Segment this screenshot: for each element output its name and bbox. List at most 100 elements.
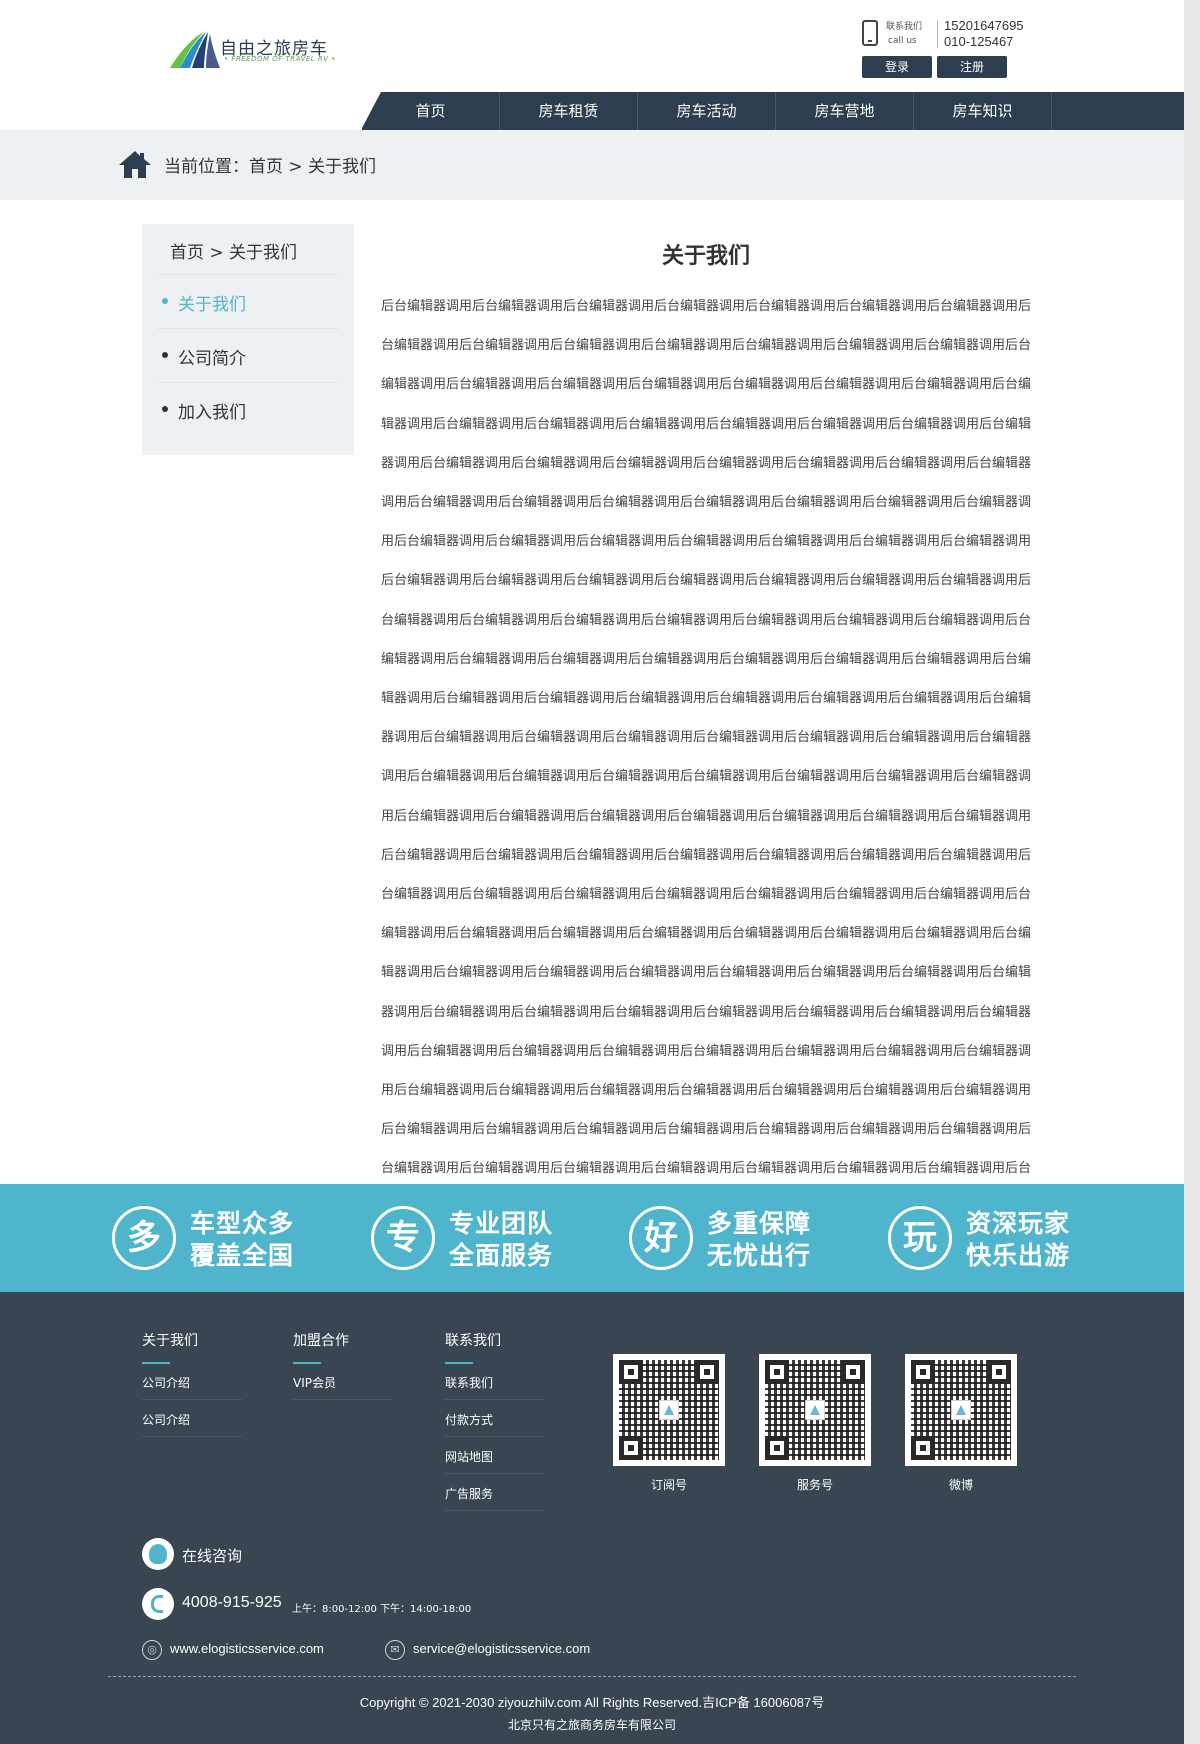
site-logo[interactable]: 自由之旅房车 • FREEDOM OF TRAVEL RV • — [166, 28, 335, 72]
feature-line-2: 全面服务 — [449, 1241, 554, 1270]
article-body: 后台编辑器调用后台编辑器调用后台编辑器调用后台编辑器调用后台编辑器调用后台编辑器… — [381, 299, 1032, 1216]
footer-link[interactable]: 公司介绍 — [142, 1374, 242, 1400]
header-contact: 联系我们 call us 15201647695 010-125467 — [862, 18, 1042, 52]
qr-code-weibo — [905, 1354, 1017, 1466]
qr-label: 订阅号 — [650, 1478, 687, 1492]
footer-column-contact: 联系我们 联系我们 付款方式 网站地图 广告服务 — [445, 1330, 545, 1511]
main-nav: 首页 房车租赁 房车活动 房车营地 房车知识 — [361, 92, 1184, 130]
footer-column-about: 关于我们 公司介绍 公司介绍 — [142, 1330, 242, 1437]
phone-icon-shape — [151, 1595, 163, 1613]
site-header: 自由之旅房车 • FREEDOM OF TRAVEL RV • 联系我们 cal… — [0, 0, 1184, 130]
mail-icon: ✉ — [385, 1640, 405, 1660]
qr-logo-icon — [951, 1400, 971, 1420]
article-title: 关于我们 — [661, 244, 750, 269]
footer-link[interactable]: 公司介绍 — [142, 1411, 242, 1437]
footer-link[interactable]: 广告服务 — [445, 1485, 545, 1511]
qr-code-service — [759, 1354, 871, 1466]
home-icon — [119, 151, 151, 178]
title-underline — [142, 1362, 170, 1364]
feature-line-1: 多重保障 — [707, 1209, 812, 1238]
nav-item-rv-rental[interactable]: 房车租赁 — [500, 92, 638, 130]
feature-line-2: 无忧出行 — [707, 1241, 812, 1270]
bullet-icon — [162, 406, 168, 412]
hotline-number: 4008-915-925 — [182, 1594, 282, 1611]
website-link: www.elogisticsservice.com — [170, 1641, 324, 1656]
page: 自由之旅房车 • FREEDOM OF TRAVEL RV • 联系我们 cal… — [0, 0, 1184, 1744]
page-scrollbar[interactable] — [1184, 0, 1200, 1744]
hours-am: 上午：8:00-12:00 — [292, 1604, 377, 1615]
nav-item-home[interactable]: 首页 — [362, 92, 500, 130]
footer-divider — [108, 1676, 1076, 1677]
sidebar-item-about-us[interactable]: 关于我们 — [162, 290, 246, 315]
features-band: 多 车型众多 覆盖全国 专 专业团队 全面服务 好 多重保障 无忧出行 玩 资深… — [0, 1184, 1184, 1292]
feature-item: 多 车型众多 覆盖全国 — [112, 1204, 352, 1272]
footer-link[interactable]: 付款方式 — [445, 1411, 545, 1437]
qr-finder — [619, 1360, 643, 1384]
feature-line-1: 车型众多 — [190, 1209, 295, 1238]
sidebar-item-label: 关于我们 — [178, 295, 246, 315]
mobile-phone-icon — [862, 20, 878, 46]
contact-numbers: 15201647695 010-125467 — [944, 18, 1024, 50]
feature-badge-icon: 玩 — [888, 1206, 952, 1270]
company-name: 北京只有之旅商务房车有限公司 — [507, 1718, 676, 1732]
qr-code-subscription — [613, 1354, 725, 1466]
feature-item: 好 多重保障 无忧出行 — [629, 1204, 869, 1272]
hours-pm: 下午：14:00-18:00 — [380, 1604, 472, 1615]
contact-label-en: call us — [888, 36, 917, 46]
feature-badge-icon: 多 — [112, 1206, 176, 1270]
login-button[interactable]: 登录 — [862, 56, 932, 78]
sidebar-divider — [158, 382, 338, 383]
sidebar-divider — [158, 274, 338, 275]
sidebar-item-label: 公司简介 — [178, 349, 246, 369]
qr-label: 服务号 — [796, 1478, 833, 1492]
feature-badge-icon: 好 — [629, 1206, 693, 1270]
feature-badge-icon: 专 — [371, 1206, 435, 1270]
sidebar-item-join-us[interactable]: 加入我们 — [162, 398, 246, 423]
logo-mark-icon — [170, 32, 220, 68]
footer-link[interactable]: 联系我们 — [445, 1374, 545, 1400]
register-button[interactable]: 注册 — [937, 56, 1007, 78]
nav-item-rv-events[interactable]: 房车活动 — [638, 92, 776, 130]
qr-finder — [987, 1360, 1011, 1384]
footer-column-partner: 加盟合作 VIP会员 — [293, 1330, 393, 1400]
sidebar-title: 首页 > 关于我们 — [170, 243, 298, 263]
qr-finder — [765, 1360, 789, 1384]
contact-label: 联系我们 call us — [886, 20, 922, 48]
sidebar-item-company-intro[interactable]: 公司简介 — [162, 344, 246, 369]
feature-item: 玩 资深玩家 快乐出游 — [888, 1204, 1128, 1272]
feature-line-2: 快乐出游 — [966, 1241, 1071, 1270]
contact-label-cn: 联系我们 — [886, 22, 923, 32]
nav-item-rv-knowledge[interactable]: 房车知识 — [914, 92, 1052, 130]
qr-logo-icon — [805, 1400, 825, 1420]
feature-line-2: 覆盖全国 — [190, 1241, 295, 1270]
sidebar-item-label: 加入我们 — [178, 403, 246, 423]
phone-icon — [142, 1588, 174, 1620]
qr-finder — [911, 1436, 935, 1460]
qr-finder — [695, 1360, 719, 1384]
logo-subtitle: • FREEDOM OF TRAVEL RV • — [224, 55, 336, 63]
footer-link[interactable]: VIP会员 — [293, 1374, 393, 1400]
copyright: Copyright © 2021-2030 ziyouzhilv.com All… — [359, 1695, 825, 1710]
contact-divider — [937, 20, 938, 48]
footer-link[interactable]: 网站地图 — [445, 1448, 545, 1474]
contact-phone-2: 010-125467 — [944, 34, 1014, 49]
breadcrumb: 当前位置：首页 > 关于我们 — [164, 157, 377, 177]
qr-finder — [841, 1360, 865, 1384]
qr-logo-icon — [659, 1400, 679, 1420]
chat-icon-shape — [149, 1544, 167, 1564]
email-link: service@elogisticsservice.com — [413, 1641, 591, 1656]
qr-finder — [619, 1436, 643, 1460]
globe-icon: ◎ — [142, 1640, 162, 1660]
qr-finder — [911, 1360, 935, 1384]
qr-code-image — [619, 1360, 719, 1460]
feature-line-1: 专业团队 — [449, 1209, 554, 1238]
site-footer: 关于我们 公司介绍 公司介绍 加盟合作 VIP会员 联系我们 联系我们 付款方式… — [0, 1292, 1184, 1744]
chat-icon — [142, 1538, 174, 1570]
feature-line-1: 资深玩家 — [966, 1209, 1071, 1238]
feature-item: 专 专业团队 全面服务 — [371, 1204, 611, 1272]
bullet-icon — [162, 298, 168, 304]
breadcrumb-bar: 当前位置：首页 > 关于我们 — [0, 130, 1184, 200]
nav-item-rv-camps[interactable]: 房车营地 — [776, 92, 914, 130]
title-underline — [445, 1362, 473, 1364]
contact-phone-1: 15201647695 — [944, 18, 1024, 33]
